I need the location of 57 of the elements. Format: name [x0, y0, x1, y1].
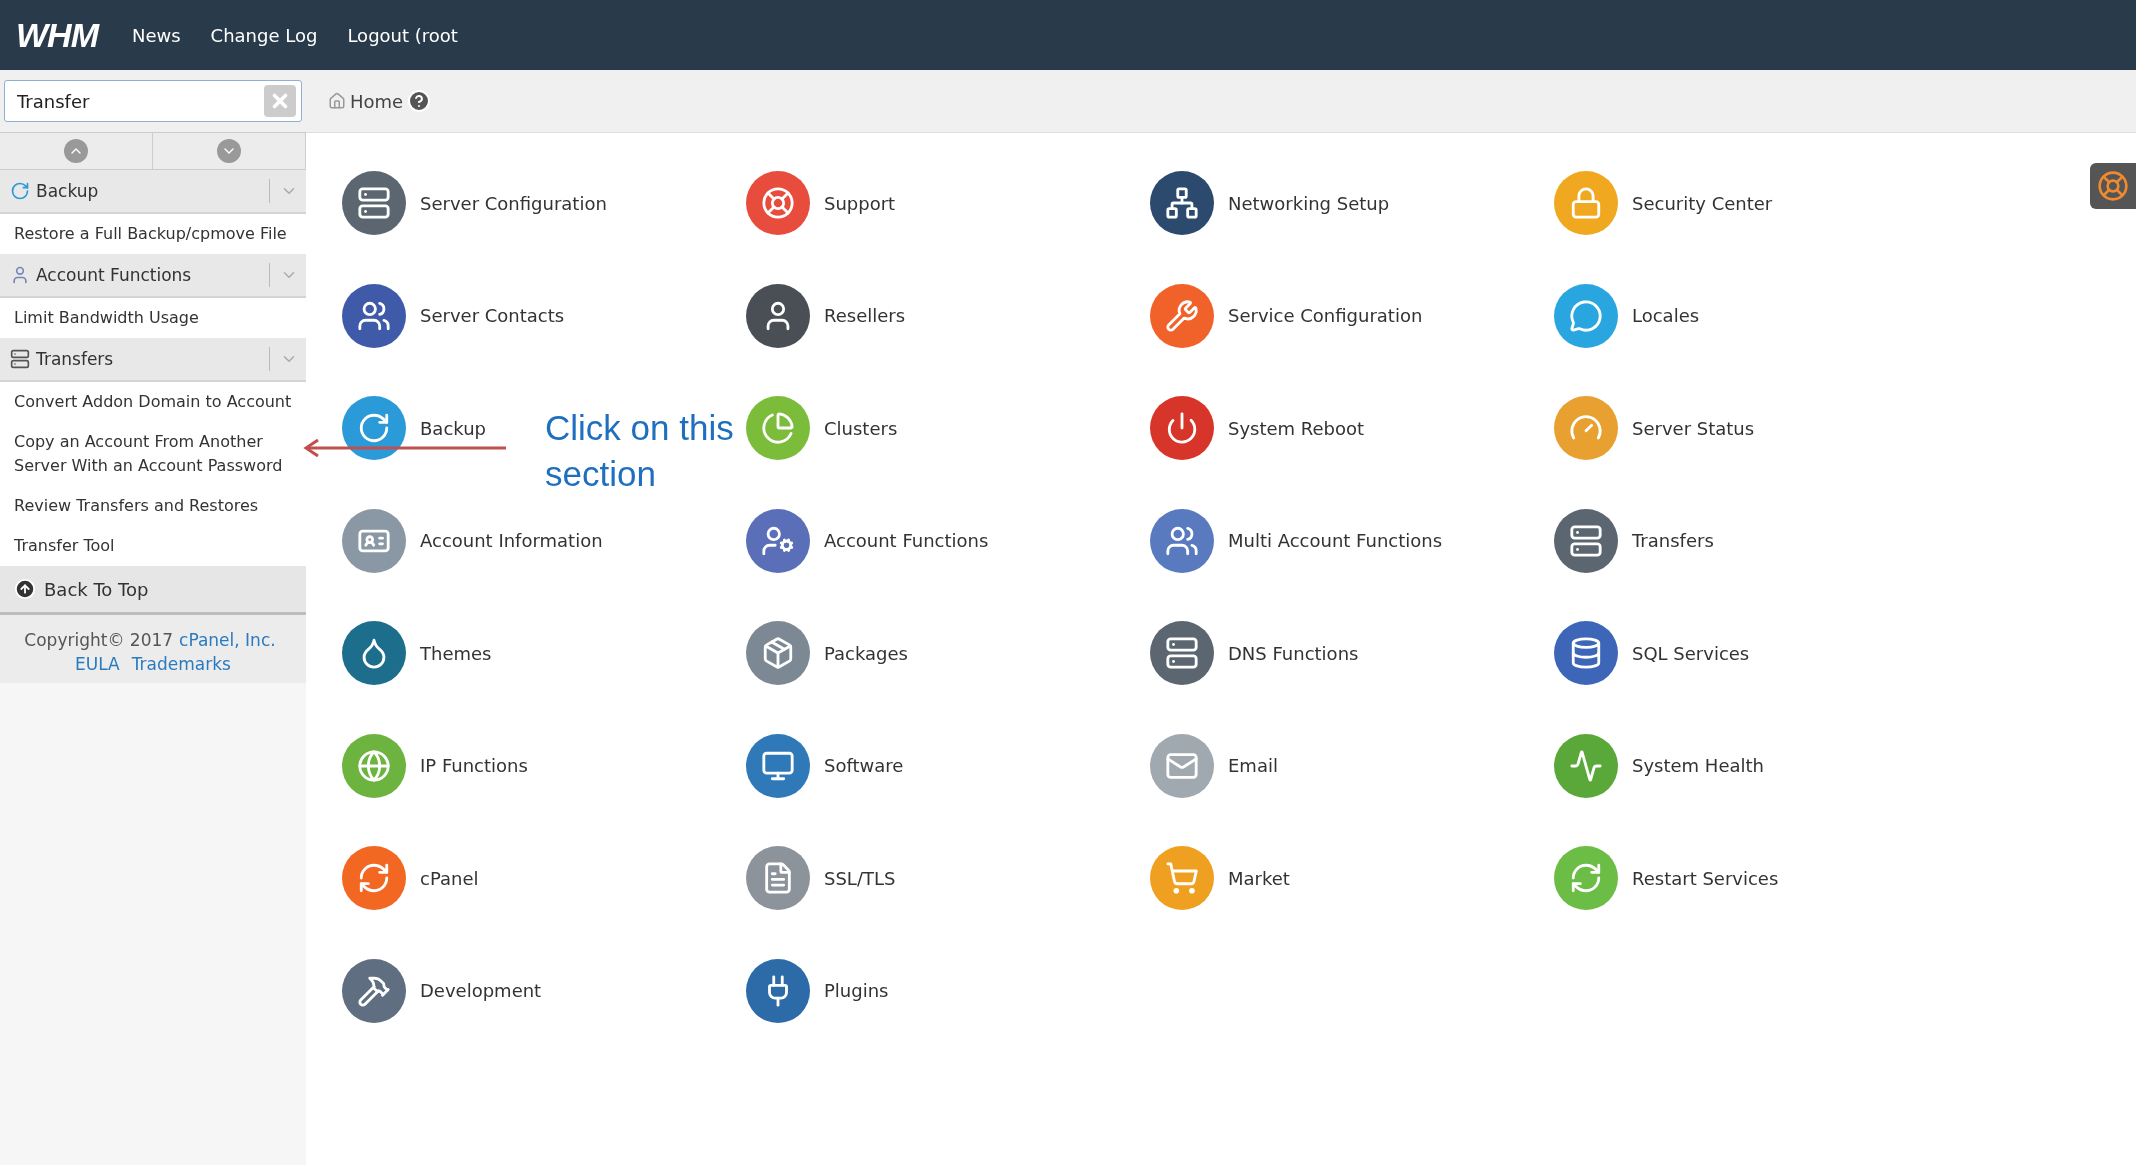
feature-link[interactable]: Market — [1150, 844, 1290, 912]
feature-link[interactable]: Software — [746, 731, 904, 800]
server-icon — [10, 349, 30, 369]
feature-link[interactable]: Development — [342, 956, 542, 1025]
feature-link[interactable]: Server Status — [1554, 394, 1755, 462]
help-icon[interactable] — [407, 89, 432, 113]
breadcrumb-link[interactable]: Home — [350, 90, 404, 112]
feature-link[interactable]: Plugins — [746, 956, 889, 1025]
user-icon — [10, 265, 30, 285]
sidebar-section-link[interactable]: Backup — [36, 181, 263, 201]
feature-link[interactable]: Packages — [746, 619, 908, 687]
footer-link[interactable]: EULA — [75, 653, 120, 674]
feature-link[interactable]: System Health — [1554, 731, 1764, 800]
feature-link[interactable]: DNS Functions — [1150, 619, 1359, 687]
sidebar-item[interactable]: Limit Bandwidth Usage — [0, 298, 306, 338]
whm-logo[interactable]: WHM — [16, 15, 98, 55]
feature-link[interactable]: Transfers — [1554, 506, 1714, 575]
sidebar-item[interactable]: Transfer Tool — [0, 526, 306, 566]
feature-link[interactable]: Security Center — [1554, 169, 1773, 237]
feature-link[interactable]: Resellers — [746, 281, 906, 350]
feature-link[interactable]: Account Information — [342, 506, 603, 575]
sidebar-section-link[interactable]: Transfers — [36, 349, 263, 369]
feature-link[interactable]: Support — [746, 169, 896, 237]
company-link[interactable]: cPanel, Inc. — [179, 630, 276, 650]
feature-link[interactable]: Server Configuration — [342, 169, 607, 237]
feature-link[interactable]: Server Contacts — [342, 281, 565, 350]
nav-link[interactable]: Logout (root — [347, 24, 458, 46]
feature-link[interactable]: Multi Account Functions — [1150, 506, 1443, 575]
copyright-text: Copyright© 2017 — [24, 630, 174, 650]
feature-link[interactable]: Account Functions — [746, 506, 989, 575]
feature-link[interactable]: Email — [1150, 731, 1278, 800]
feature-link[interactable]: cPanel — [342, 844, 479, 912]
sidebar-item[interactable]: Review Transfers and Restores — [0, 486, 306, 526]
clear-button[interactable] — [264, 85, 296, 117]
feature-link[interactable]: SQL Services — [1554, 619, 1750, 687]
feature-link[interactable]: Backup — [342, 394, 486, 462]
feature-link[interactable]: Restart Services — [1554, 844, 1779, 912]
home-icon — [328, 92, 346, 110]
feature-link[interactable]: Locales — [1554, 281, 1700, 350]
search-field[interactable]: Transfer — [4, 80, 302, 122]
sidebar-item[interactable]: Copy an Account From Another Server With an Account Password — [0, 422, 306, 486]
footer-link[interactable]: Trademarks — [131, 653, 231, 674]
feature-link[interactable]: Clusters — [746, 394, 898, 462]
back-to-top-link[interactable]: Back To Top — [0, 566, 306, 615]
annotation-text: Click on this section — [545, 407, 735, 495]
sidebar-item[interactable]: Convert Addon Domain to Account — [0, 382, 306, 422]
feature-link[interactable]: Service Configuration — [1150, 281, 1423, 350]
feature-link[interactable]: IP Functions — [342, 731, 528, 800]
feature-link[interactable]: System Reboot — [1150, 394, 1365, 462]
support-button[interactable] — [2090, 163, 2136, 209]
sidebar-section-link[interactable]: Account Functions — [36, 265, 263, 285]
sidebar-item[interactable]: Restore a Full Backup/cpmove File — [0, 214, 306, 254]
feature-link[interactable]: Networking Setup — [1150, 169, 1390, 237]
feature-link[interactable]: SSL/TLS — [746, 844, 896, 912]
nav-link[interactable]: Change Log — [210, 24, 318, 46]
nav-link[interactable]: News — [131, 24, 181, 46]
feature-link[interactable]: Themes — [342, 619, 492, 687]
